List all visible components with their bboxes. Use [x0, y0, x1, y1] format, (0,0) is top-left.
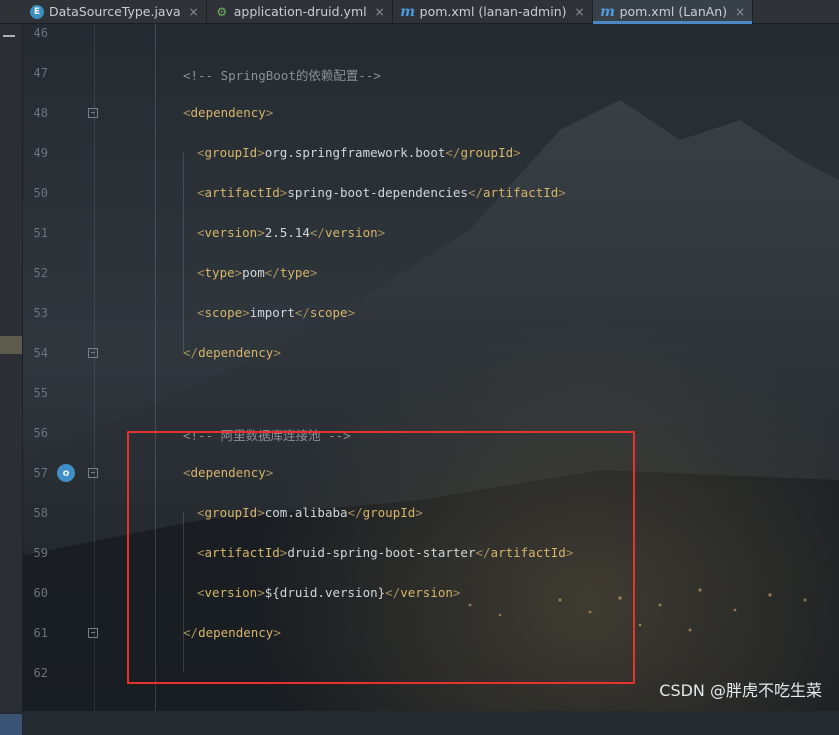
code-line: <groupId>org.springframework.boot</group…	[197, 145, 521, 160]
xml-text-value: org.springframework.boot	[264, 145, 446, 160]
spring-leaf-icon: ⚙	[216, 4, 228, 19]
close-icon[interactable]: ×	[735, 5, 745, 19]
close-icon[interactable]: ×	[375, 5, 385, 19]
line-number-gutter: 46 47 48 49 50 51 52 53 54 55 56 57 o 58 59 60 61 62	[22, 24, 128, 711]
xml-bracket: </	[264, 265, 280, 280]
code-line: <type>pom</type>	[197, 265, 317, 280]
line-number: 54	[33, 346, 48, 360]
line-number: 48	[33, 106, 48, 120]
xml-text-value: import	[249, 305, 295, 320]
line-number: 58	[33, 506, 48, 520]
xml-bracket: </	[294, 305, 310, 320]
code-line: <!-- SpringBoot的依赖配置-->	[183, 65, 381, 84]
code-line: </dependency>	[183, 345, 281, 360]
line-number: 47	[33, 66, 48, 80]
line-number: 52	[33, 266, 48, 280]
tab-label: pom.xml (LanAn)	[619, 4, 728, 19]
xml-tag-name: dependency	[198, 345, 274, 360]
xml-bracket: <	[197, 185, 205, 200]
xml-tag-name: scope	[204, 305, 243, 320]
xml-bracket: >	[347, 305, 356, 320]
maven-icon: m	[600, 3, 615, 20]
fold-toggle-icon[interactable]	[88, 468, 98, 478]
scroll-marker	[0, 336, 22, 354]
xml-bracket: <	[197, 225, 205, 240]
fold-toggle-icon[interactable]	[88, 628, 98, 638]
line-number: 60	[33, 586, 48, 600]
xml-tag-name: type	[204, 265, 235, 280]
xml-bracket: </	[183, 345, 199, 360]
left-tool-strip	[0, 24, 23, 735]
xml-tag-name: version	[324, 225, 378, 240]
line-number: 53	[33, 306, 48, 320]
xml-tag-name: groupId	[204, 145, 258, 160]
xml-bracket: >	[377, 225, 386, 240]
xml-bracket: >	[257, 145, 265, 160]
xml-bracket: >	[309, 265, 318, 280]
watermark: CSDN @胖虎不吃生菜	[659, 681, 822, 700]
xml-tag-name: artifactId	[483, 185, 559, 200]
line-number: 49	[33, 146, 48, 160]
xml-bracket: >	[558, 185, 566, 200]
xml-text-value: spring-boot-dependencies	[287, 185, 468, 200]
xml-text-value: 2.5.14	[264, 225, 310, 240]
close-icon[interactable]: ×	[189, 5, 199, 19]
line-number: 51	[33, 226, 48, 240]
tab-pom-xml-lanan[interactable]: m pom.xml (LanAn) ×	[592, 0, 754, 24]
line-number: 57	[33, 466, 48, 480]
xml-bracket: </	[467, 185, 484, 200]
gutter-separator	[94, 24, 95, 711]
close-icon[interactable]: ×	[575, 5, 585, 19]
code-line: <artifactId>spring-boot-dependencies</ar…	[197, 185, 566, 200]
line-number: 61	[33, 626, 48, 640]
xml-bracket: >	[513, 145, 521, 160]
xml-tag-name: version	[204, 225, 258, 240]
xml-tag-name: groupId	[460, 145, 514, 160]
xml-bracket: <	[197, 145, 205, 160]
tab-application-druid-yml[interactable]: ⚙ application-druid.yml ×	[207, 0, 393, 23]
xml-text-value: pom	[242, 265, 265, 280]
xml-bracket: <	[183, 105, 191, 120]
collapse-icon[interactable]	[3, 35, 15, 37]
tab-label: application-druid.yml	[233, 4, 367, 19]
xml-bracket: >	[273, 345, 281, 360]
xml-tag-name: dependency	[190, 105, 266, 120]
tab-pom-xml-lanan-admin[interactable]: m pom.xml (lanan-admin) ×	[393, 0, 593, 23]
code-line: <scope>import</scope>	[197, 305, 355, 320]
maven-dependency-icon[interactable]: o	[57, 464, 75, 482]
xml-bracket: >	[265, 105, 274, 120]
line-number: 56	[33, 426, 48, 440]
line-number: 55	[33, 386, 48, 400]
tab-label: pom.xml (lanan-admin)	[419, 4, 567, 19]
line-number: 50	[33, 186, 48, 200]
line-number: 59	[33, 546, 48, 560]
code-line: <version>2.5.14</version>	[197, 225, 385, 240]
xml-bracket: <	[197, 305, 205, 320]
xml-tag-name: scope	[309, 305, 348, 320]
xml-bracket: </	[309, 225, 325, 240]
tab-datasourcetype-java[interactable]: E DataSourceType.java ×	[22, 0, 207, 23]
maven-icon: m	[400, 3, 416, 20]
xml-bracket: >	[242, 305, 250, 320]
xml-bracket: </	[445, 145, 461, 160]
line-number: 62	[33, 666, 48, 680]
indent-guide	[183, 152, 184, 352]
xml-comment: <!-- SpringBoot的依赖配置-->	[183, 68, 381, 83]
xml-bracket: <	[197, 265, 205, 280]
java-enum-icon: E	[30, 4, 44, 19]
xml-bracket: >	[257, 225, 265, 240]
scroll-marker-bottom	[0, 714, 22, 735]
code-line: <dependency>	[183, 105, 273, 120]
line-number: 46	[33, 26, 48, 40]
editor-tab-bar: E DataSourceType.java × ⚙ application-druid.…	[0, 0, 839, 24]
fold-toggle-icon[interactable]	[88, 108, 98, 118]
fold-toggle-icon[interactable]	[88, 348, 98, 358]
xml-tag-name: artifactId	[204, 185, 280, 200]
xml-tag-name: type	[279, 265, 310, 280]
tab-label: DataSourceType.java	[49, 4, 181, 19]
highlight-box	[127, 431, 635, 684]
